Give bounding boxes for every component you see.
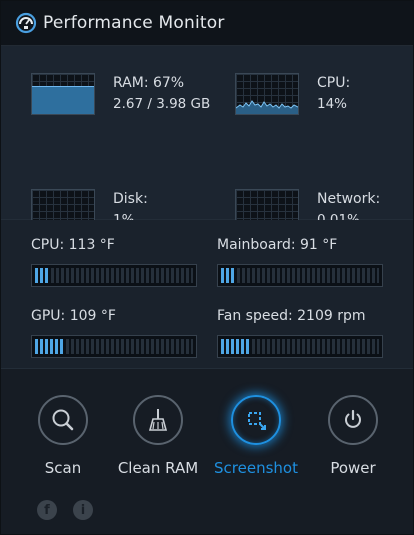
cpu-temp-label: CPU: 113 °F (31, 237, 115, 253)
social-links: f i (37, 500, 93, 520)
cpu-label: CPU: (317, 75, 351, 91)
info-icon[interactable]: i (73, 500, 93, 520)
cpu-monitor: CPU: 14% (235, 73, 350, 115)
power-button[interactable]: Power (303, 395, 403, 477)
disk-label: Disk: (113, 191, 148, 207)
ram-value: 2.67 / 3.98 GB (113, 96, 211, 112)
gauge-icon (15, 12, 37, 34)
power-label: Power (330, 459, 376, 477)
fan-speed-group: Fan speed: 2109 rpm (217, 308, 383, 358)
title-bar[interactable]: Performance Monitor (1, 1, 413, 46)
fan-speed-label: Fan speed: 2109 rpm (217, 308, 366, 324)
mainboard-temp-group: Mainboard: 91 °F (217, 237, 383, 287)
ram-monitor: RAM: 67% 2.67 / 3.98 GB (31, 73, 210, 115)
clean-ram-button[interactable]: Clean RAM (108, 395, 208, 477)
scan-label: Scan (44, 459, 82, 477)
mainboard-temp-bar (217, 264, 383, 287)
cpu-history-line (236, 100, 298, 114)
ram-label: RAM: 67% (113, 75, 185, 91)
performance-monitor-window: Performance Monitor RAM: 67% 2.67 / 3.98… (0, 0, 414, 535)
network-label: Network: (317, 191, 381, 207)
window-title: Performance Monitor (43, 13, 225, 33)
actions-panel: Scan Clean RAM Screenshot Power f i (1, 369, 413, 534)
mainboard-temp-label: Mainboard: 91 °F (217, 237, 338, 253)
temperature-panel: CPU: 113 °F Mainboard: 91 °F GPU: 109 °F… (1, 220, 413, 369)
power-icon (345, 409, 361, 428)
screenshot-label: Screenshot (214, 459, 298, 477)
ram-graph (31, 73, 95, 115)
fan-speed-bar (217, 335, 383, 358)
screenshot-icon (248, 412, 266, 430)
facebook-icon[interactable]: f (37, 500, 57, 520)
system-monitor-panel: RAM: 67% 2.67 / 3.98 GB CPU: 14% Disk: N… (1, 46, 413, 231)
ram-usage-fill (32, 86, 94, 114)
broom-icon (148, 409, 168, 431)
gpu-temp-bar (31, 335, 197, 358)
magnifier-icon (52, 409, 74, 431)
cpu-temp-bar (31, 264, 197, 287)
cpu-graph (235, 73, 299, 115)
gpu-temp-group: GPU: 109 °F (31, 308, 197, 358)
scan-button[interactable]: Scan (13, 395, 113, 477)
clean-ram-label: Clean RAM (117, 459, 199, 477)
screenshot-button[interactable]: Screenshot (206, 395, 306, 477)
cpu-value: 14% (317, 96, 348, 112)
cpu-temp-group: CPU: 113 °F (31, 237, 197, 287)
gpu-temp-label: GPU: 109 °F (31, 308, 116, 324)
